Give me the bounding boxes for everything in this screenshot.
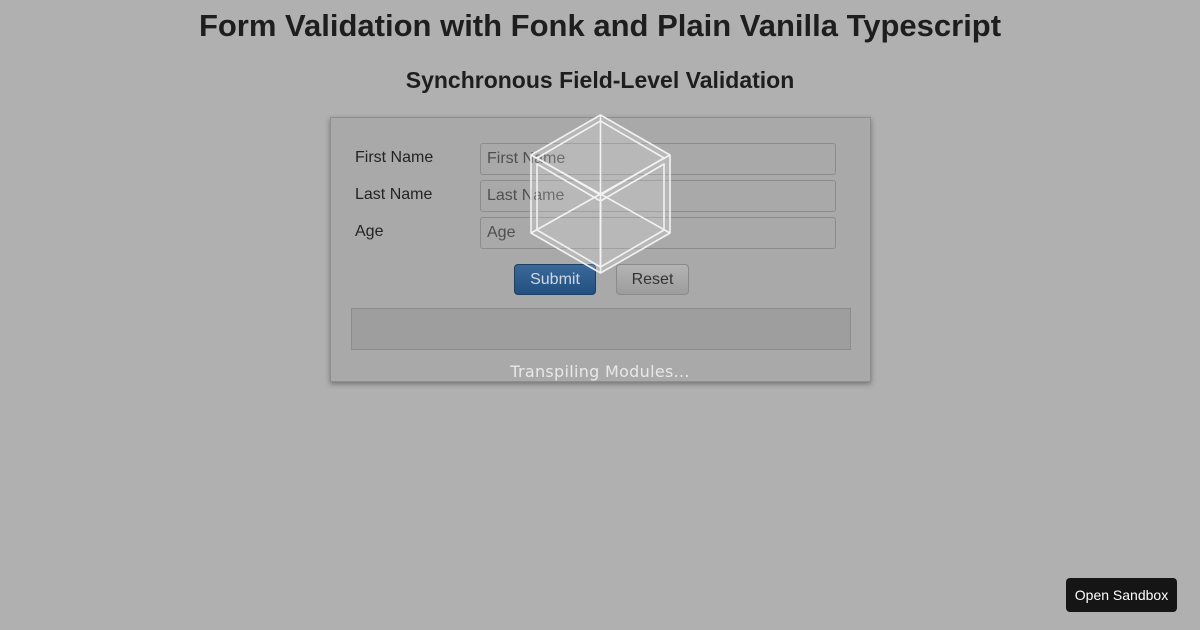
- open-sandbox-button[interactable]: Open Sandbox: [1066, 578, 1177, 612]
- section-title: Synchronous Field-Level Validation: [405, 67, 795, 93]
- page-title: Form Validation with Fonk and Plain Vani…: [198, 8, 1002, 43]
- first-name-label: First Name: [355, 149, 434, 166]
- validation-result-panel: [351, 308, 851, 350]
- last-name-label: Last Name: [355, 186, 433, 203]
- age-label: Age: [355, 223, 384, 240]
- loading-status-text: Transpiling Modules...: [510, 362, 690, 381]
- codesandbox-cube-icon: [530, 114, 671, 274]
